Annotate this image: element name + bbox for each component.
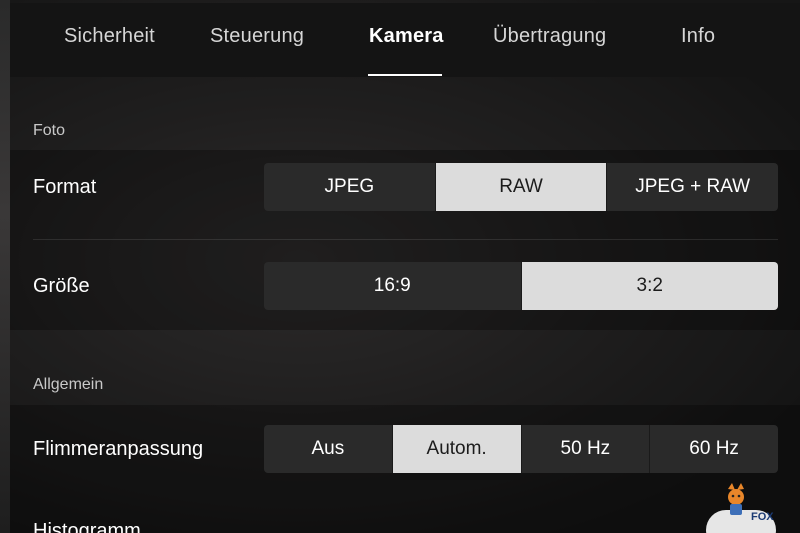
format-option-jpeg-raw[interactable]: JPEG + RAW [606,163,778,211]
flimmer-option-autom[interactable]: Autom. [391,425,521,473]
camera-settings-screen: Sicherheit Steuerung Kamera Übertragung … [0,0,800,533]
section-label-allgemein: Allgemein [33,376,104,393]
format-option-jpeg[interactable]: JPEG [264,163,435,211]
watermark-text: FOX [751,511,774,523]
groesse-segmented-control: 16:9 3:2 [264,262,778,310]
groesse-option-16-9[interactable]: 16:9 [264,262,521,310]
tab-info[interactable]: Info [681,25,715,48]
tab-uebertragung[interactable]: Übertragung [493,25,606,48]
flimmer-label: Flimmeranpassung [33,438,204,460]
flimmer-option-50hz[interactable]: 50 Hz [520,425,650,473]
format-segmented-control: JPEG RAW JPEG + RAW [264,163,778,211]
active-tab-indicator [368,74,442,76]
format-label: Format [33,176,97,198]
flimmer-option-60hz[interactable]: 60 Hz [649,425,778,473]
groesse-option-3-2[interactable]: 3:2 [520,262,778,310]
tab-steuerung[interactable]: Steuerung [210,25,304,48]
tab-sicherheit[interactable]: Sicherheit [64,25,155,48]
histogramm-label: Histogramm [33,520,141,533]
format-option-raw[interactable]: RAW [434,163,607,211]
tab-kamera[interactable]: Kamera [369,25,444,48]
flimmer-option-aus[interactable]: Aus [264,425,392,473]
flimmer-segmented-control: Aus Autom. 50 Hz 60 Hz [264,425,778,473]
groesse-label: Größe [33,275,90,297]
section-label-foto: Foto [33,122,66,139]
background-edge [0,0,10,533]
row-divider [33,239,778,240]
